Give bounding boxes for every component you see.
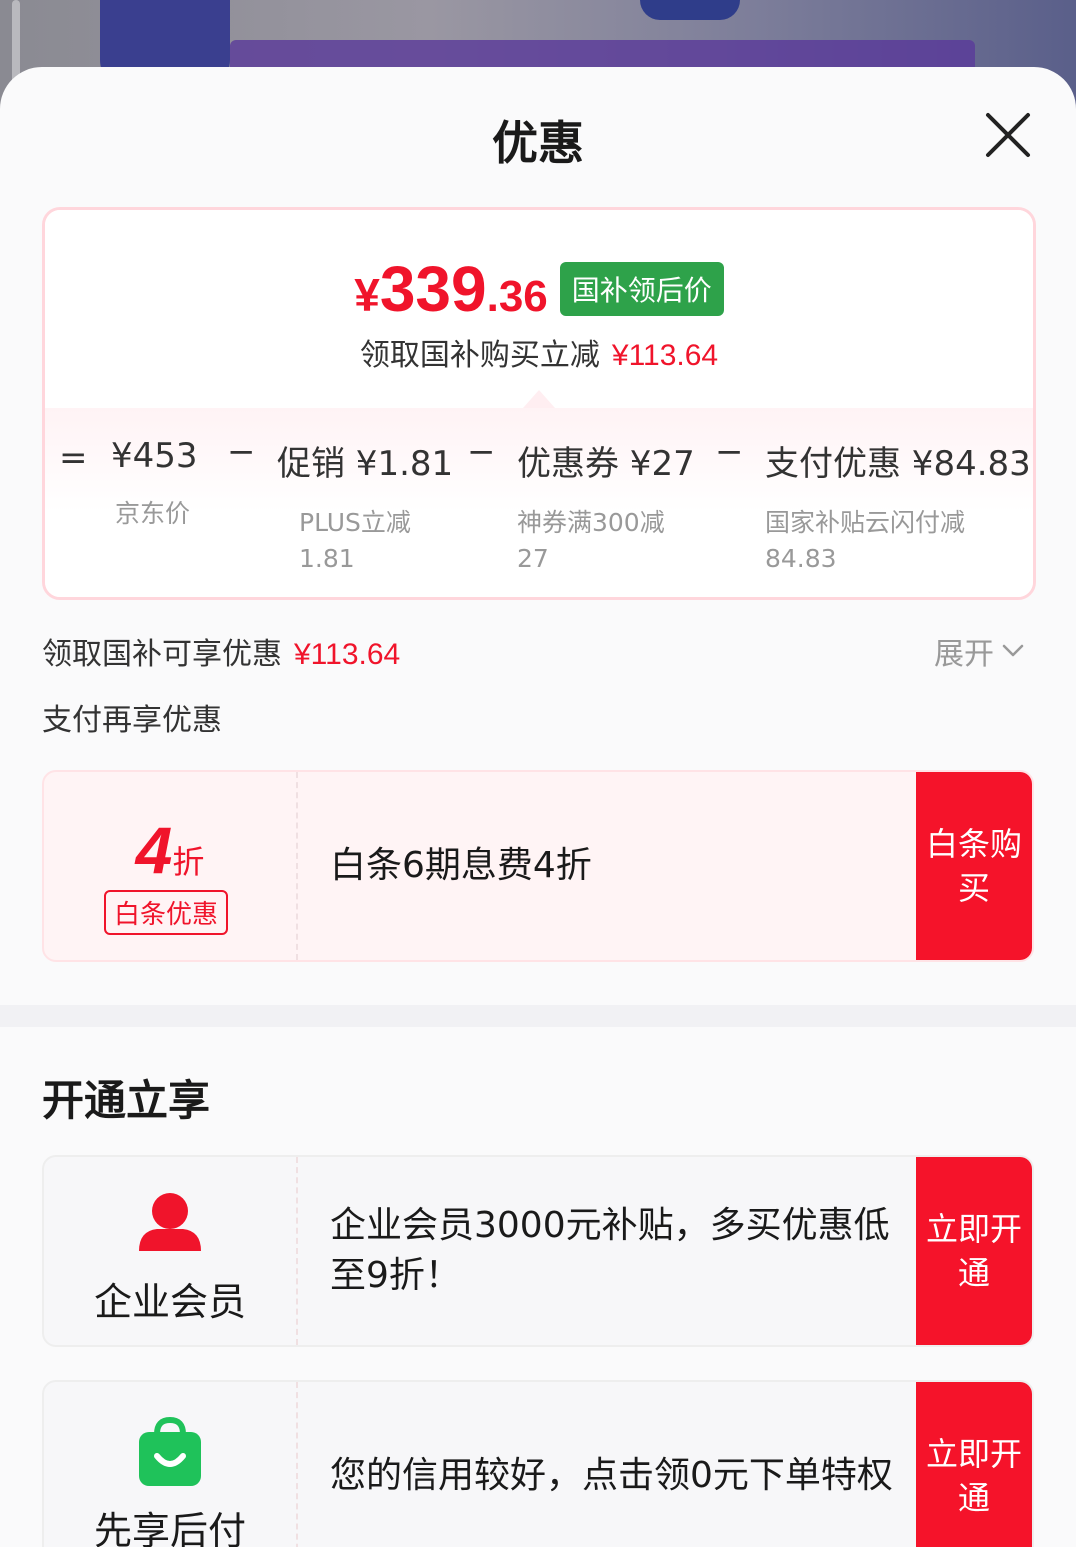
discount-value: 4折 — [135, 813, 205, 887]
paylater-description: 您的信用较好，点击领0元下单特权 — [330, 1455, 893, 1496]
breakdown-jd-price: ¥453 京东价 — [111, 436, 198, 528]
open-section-title: 开通立享 — [42, 1076, 211, 1125]
pointer-arrow — [523, 390, 555, 408]
chevron-down-icon — [1002, 644, 1024, 657]
shopping-bag-icon — [139, 1416, 201, 1486]
price-summary: ¥ 339 .36 国补领后价 领取国补购买立减 ¥113.64 — [45, 210, 1033, 408]
paylater-offer-card: 先享后付 您的信用较好，点击领0元下单特权 立即开通 — [42, 1380, 1034, 1547]
equals-sign: = — [59, 438, 88, 478]
minus-sign: − — [715, 432, 744, 472]
enterprise-icon-area: 企业会员 — [44, 1157, 298, 1345]
baitiao-buy-button[interactable]: 白条购买 — [916, 772, 1032, 960]
enterprise-description: 企业会员3000元补贴，多买优惠低至9折！ — [330, 1205, 890, 1296]
gov-price-badge: 国补领后价 — [559, 262, 724, 316]
paylater-icon-area: 先享后付 — [44, 1382, 298, 1547]
baitiao-offer-card: 4折 白条优惠 白条6期息费4折 白条购买 — [42, 770, 1034, 962]
minus-sign: − — [467, 432, 496, 472]
expand-button[interactable]: 展开 — [934, 629, 1024, 673]
baitiao-discount-area: 4折 白条优惠 — [44, 772, 298, 960]
enterprise-label: 企业会员 — [93, 1280, 246, 1324]
discount-sheet: 优惠 ¥ 339 .36 国补领后价 领取国补购买立减 ¥113.64 = ¥45… — [0, 67, 1076, 1547]
sheet-title: 优惠 — [492, 116, 584, 170]
user-icon — [139, 1193, 201, 1251]
price-breakdown: = ¥453 京东价 − 促销 ¥1.81 PLUS立减 1.81 − 优惠券 … — [45, 408, 1033, 597]
section-divider — [0, 1005, 1076, 1027]
price-sub-line: 领取国补购买立减 ¥113.64 — [359, 338, 719, 373]
minus-sign: − — [227, 432, 256, 472]
close-icon[interactable] — [984, 111, 1032, 159]
paylater-label: 先享后付 — [93, 1509, 246, 1547]
enterprise-offer-card: 企业会员 企业会员3000元补贴，多买优惠低至9折！ 立即开通 — [42, 1155, 1034, 1347]
paylater-open-button[interactable]: 立即开通 — [916, 1382, 1032, 1547]
breakdown-payment: 支付优惠 ¥84.83 国家补贴云闪付减 84.83 — [765, 444, 1031, 573]
gov-subsidy-row: 领取国补可享优惠 ¥113.64 — [42, 637, 401, 672]
baitiao-description: 白条6期息费4折 — [330, 845, 592, 886]
enterprise-open-button[interactable]: 立即开通 — [916, 1157, 1032, 1345]
backdrop-pill — [640, 0, 740, 20]
final-price: ¥ 339 .36 — [354, 253, 548, 325]
baitiao-tag: 白条优惠 — [104, 890, 229, 935]
breakdown-coupon: 优惠券 ¥27 神券满300减 27 — [517, 444, 695, 573]
pay-section-title: 支付再享优惠 — [42, 703, 222, 738]
price-card: ¥ 339 .36 国补领后价 领取国补购买立减 ¥113.64 = ¥453 京… — [42, 207, 1036, 600]
breakdown-promo: 促销 ¥1.81 PLUS立减 1.81 — [277, 444, 454, 573]
